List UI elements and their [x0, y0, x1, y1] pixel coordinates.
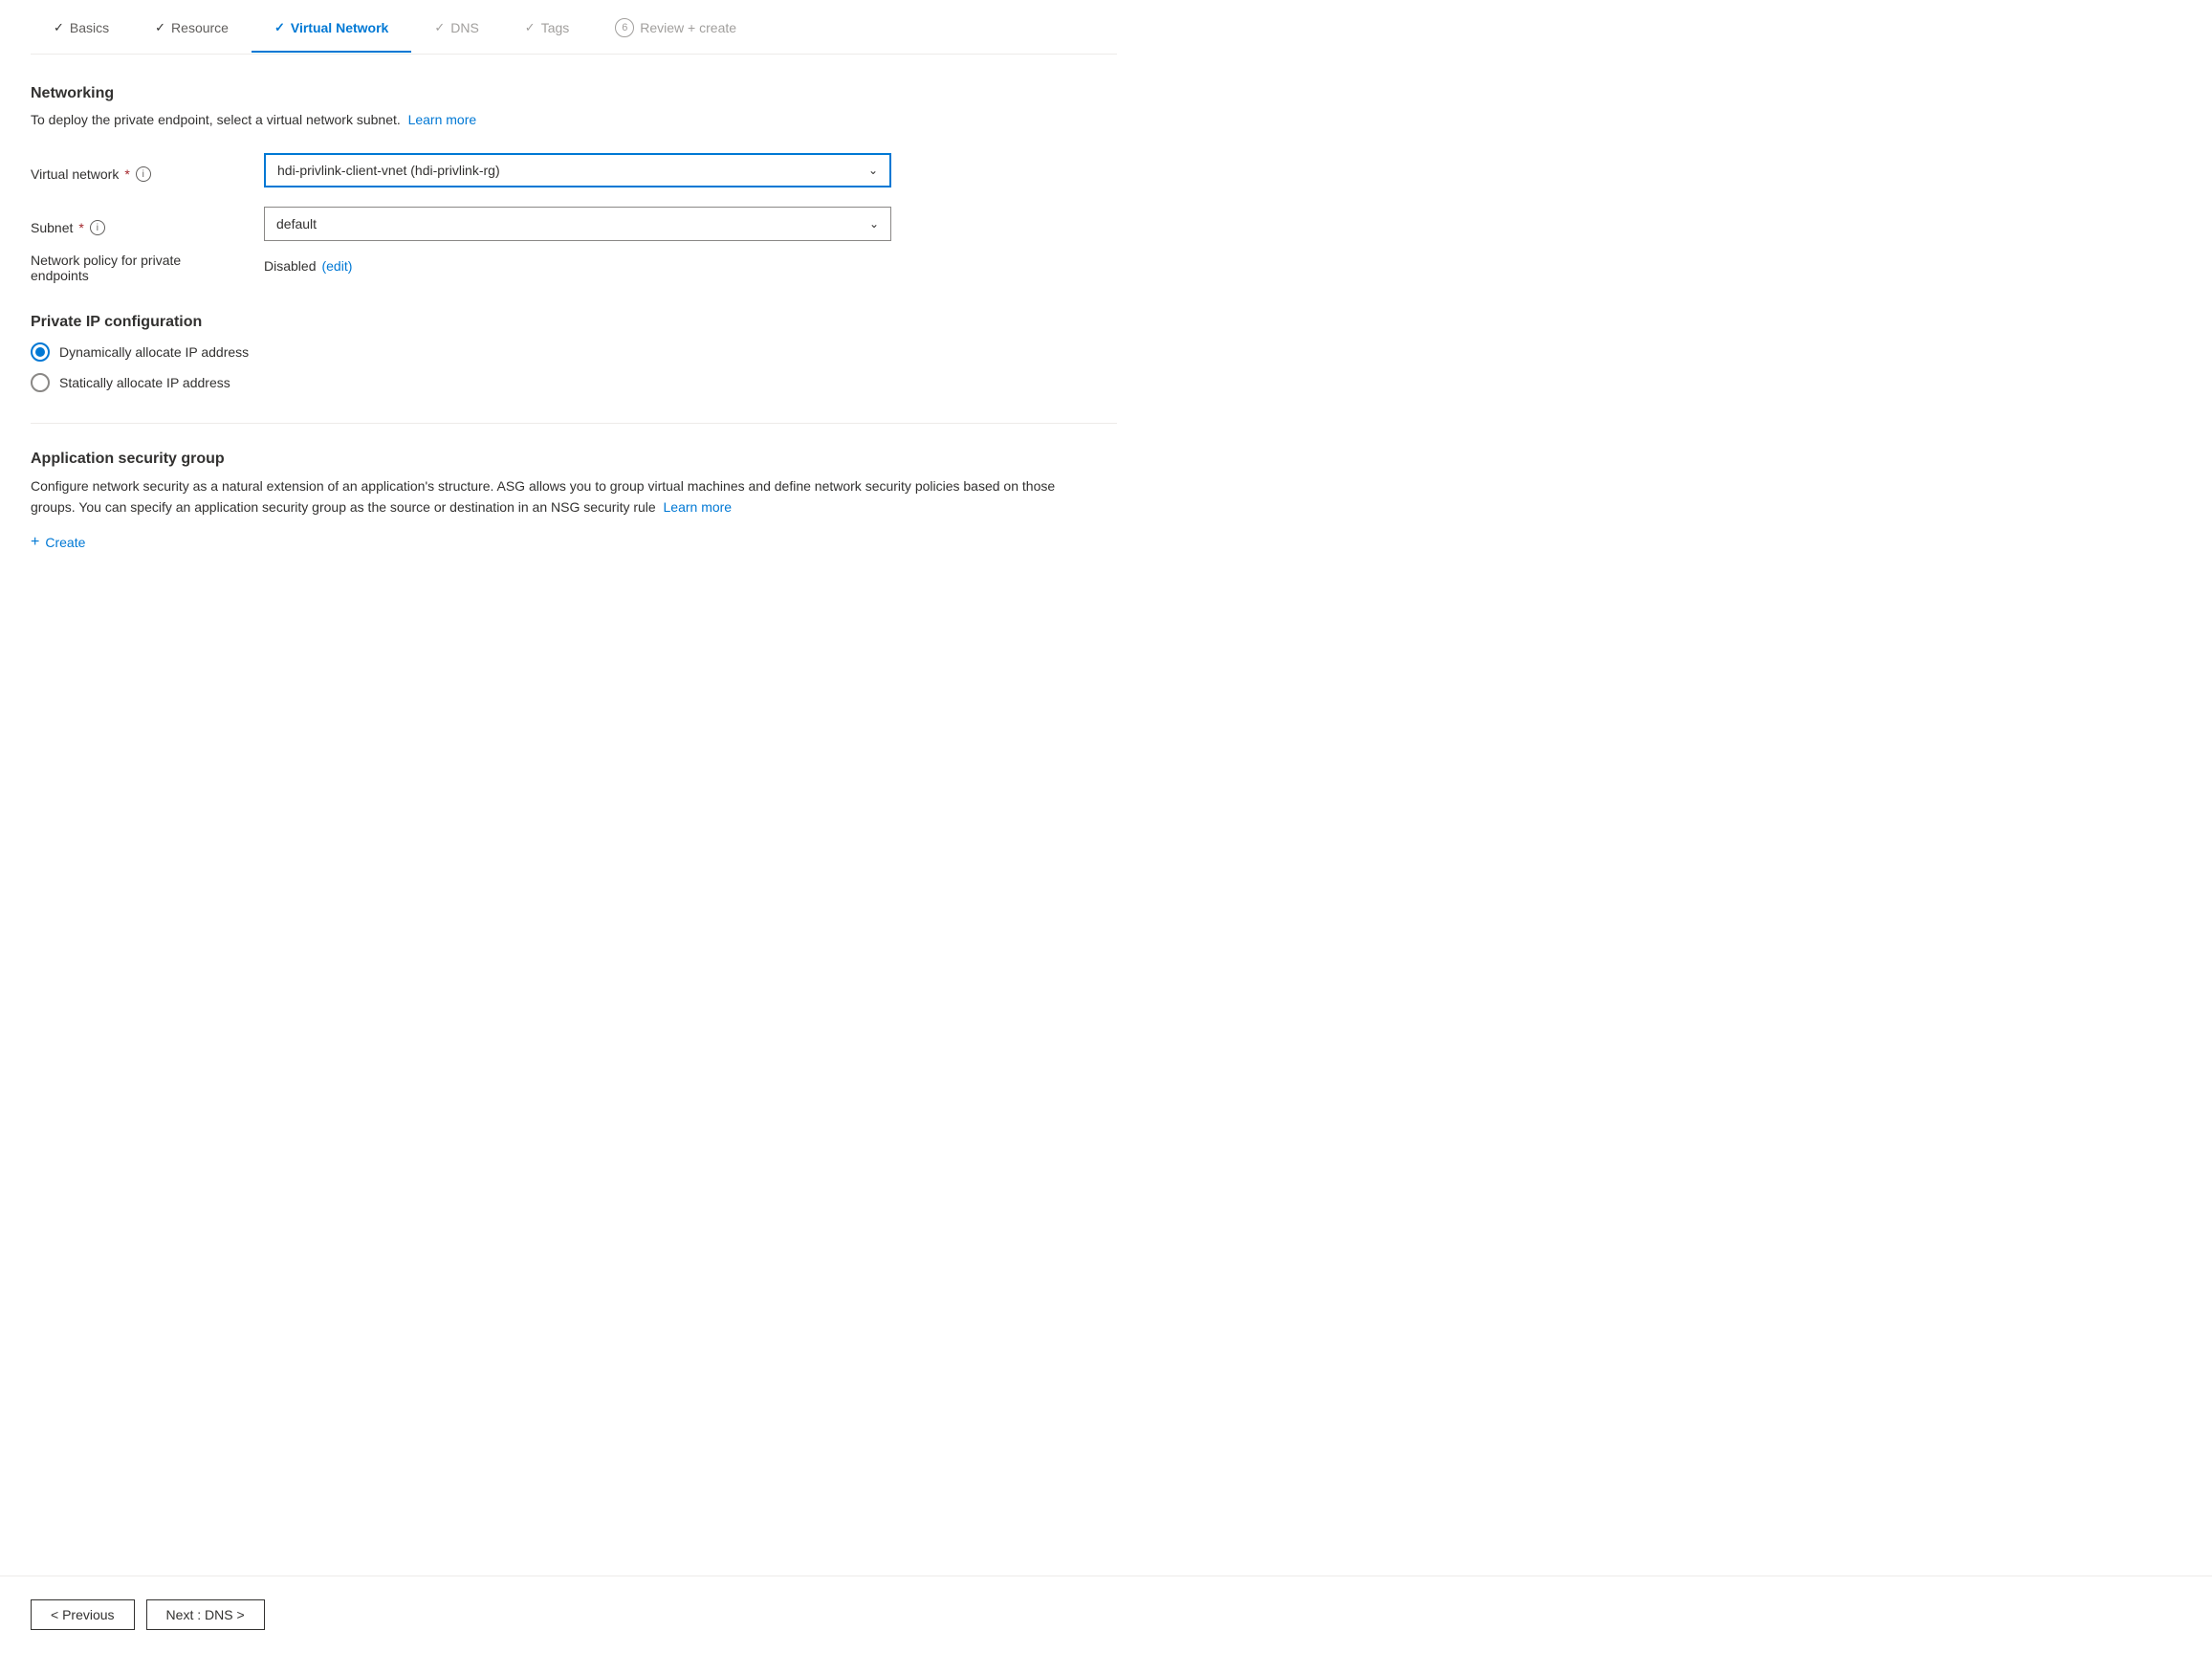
tab-virtual-network-label: Virtual Network — [291, 20, 388, 35]
resource-check-icon: ✓ — [155, 20, 165, 35]
dynamic-ip-option[interactable]: Dynamically allocate IP address — [31, 342, 1117, 362]
virtual-network-check-icon: ✓ — [274, 20, 285, 35]
asg-title: Application security group — [31, 451, 1117, 468]
subnet-chevron-icon: ⌄ — [869, 217, 879, 231]
network-policy-row: Network policy for private endpoints Dis… — [31, 249, 891, 283]
subnet-select[interactable]: default ⌄ — [264, 207, 891, 241]
tab-virtual-network[interactable]: ✓ Virtual Network — [252, 3, 411, 53]
tab-basics-label: Basics — [70, 20, 109, 35]
networking-title: Networking — [31, 85, 1117, 102]
network-policy-label: Network policy for private endpoints — [31, 249, 241, 283]
tab-resource-label: Resource — [171, 20, 229, 35]
dynamic-ip-radio[interactable] — [31, 342, 50, 362]
tab-resource[interactable]: ✓ Resource — [132, 3, 252, 53]
static-ip-label: Statically allocate IP address — [59, 375, 230, 390]
dns-check-icon: ✓ — [434, 20, 445, 35]
tab-dns-label: DNS — [450, 20, 479, 35]
networking-learn-more-link[interactable]: Learn more — [408, 112, 477, 127]
network-policy-value: Disabled — [264, 258, 316, 274]
basics-check-icon: ✓ — [54, 20, 64, 35]
section-divider — [31, 423, 1117, 424]
tab-review-create-label: Review + create — [640, 20, 736, 35]
networking-desc-text: To deploy the private endpoint, select a… — [31, 112, 401, 127]
next-button[interactable]: Next : DNS > — [146, 1599, 265, 1630]
plus-icon: + — [31, 534, 39, 551]
networking-desc: To deploy the private endpoint, select a… — [31, 110, 1117, 130]
private-ip-title: Private IP configuration — [31, 314, 1117, 331]
previous-button[interactable]: < Previous — [31, 1599, 135, 1630]
subnet-required: * — [78, 220, 83, 235]
network-policy-value-cell: Disabled (edit) — [264, 249, 891, 283]
subnet-info-icon[interactable]: i — [90, 220, 105, 235]
asg-learn-more-link[interactable]: Learn more — [664, 499, 733, 515]
virtual-network-required: * — [124, 166, 129, 182]
subnet-label: Subnet — [31, 220, 73, 235]
tab-dns[interactable]: ✓ DNS — [411, 3, 501, 53]
asg-create-button[interactable]: + Create — [31, 534, 85, 551]
network-policy-edit-link[interactable]: (edit) — [321, 258, 352, 274]
tab-basics[interactable]: ✓ Basics — [31, 3, 132, 53]
footer: < Previous Next : DNS > — [0, 1576, 2212, 1653]
tab-tags-label: Tags — [541, 20, 570, 35]
main-content: Networking To deploy the private endpoin… — [31, 85, 1117, 620]
subnet-value: default — [276, 216, 317, 231]
subnet-label-cell: Subnet * i — [31, 207, 241, 241]
dynamic-ip-label: Dynamically allocate IP address — [59, 344, 249, 360]
tags-check-icon: ✓ — [525, 20, 536, 35]
private-ip-section: Private IP configuration Dynamically all… — [31, 314, 1117, 392]
networking-section: Networking To deploy the private endpoin… — [31, 85, 1117, 283]
virtual-network-label: Virtual network — [31, 166, 119, 182]
virtual-network-chevron-icon: ⌄ — [868, 164, 878, 177]
tab-navigation: ✓ Basics ✓ Resource ✓ Virtual Network ✓ … — [31, 0, 1117, 55]
virtual-network-label-cell: Virtual network * i — [31, 153, 241, 187]
virtual-network-info-icon[interactable]: i — [136, 166, 151, 182]
tab-tags[interactable]: ✓ Tags — [502, 3, 592, 53]
asg-create-label: Create — [45, 535, 85, 550]
networking-form: Virtual network * i hdi-privlink-client-… — [31, 153, 891, 241]
static-ip-option[interactable]: Statically allocate IP address — [31, 373, 1117, 392]
asg-section: Application security group Configure net… — [31, 451, 1117, 551]
asg-desc-text: Configure network security as a natural … — [31, 478, 1055, 515]
virtual-network-select[interactable]: hdi-privlink-client-vnet (hdi-privlink-r… — [264, 153, 891, 187]
asg-description: Configure network security as a natural … — [31, 475, 1083, 518]
tab-review-create[interactable]: 6 Review + create — [592, 1, 759, 55]
ip-radio-group: Dynamically allocate IP address Statical… — [31, 342, 1117, 392]
static-ip-radio[interactable] — [31, 373, 50, 392]
review-create-number-icon: 6 — [615, 18, 634, 37]
virtual-network-value: hdi-privlink-client-vnet (hdi-privlink-r… — [277, 163, 500, 178]
